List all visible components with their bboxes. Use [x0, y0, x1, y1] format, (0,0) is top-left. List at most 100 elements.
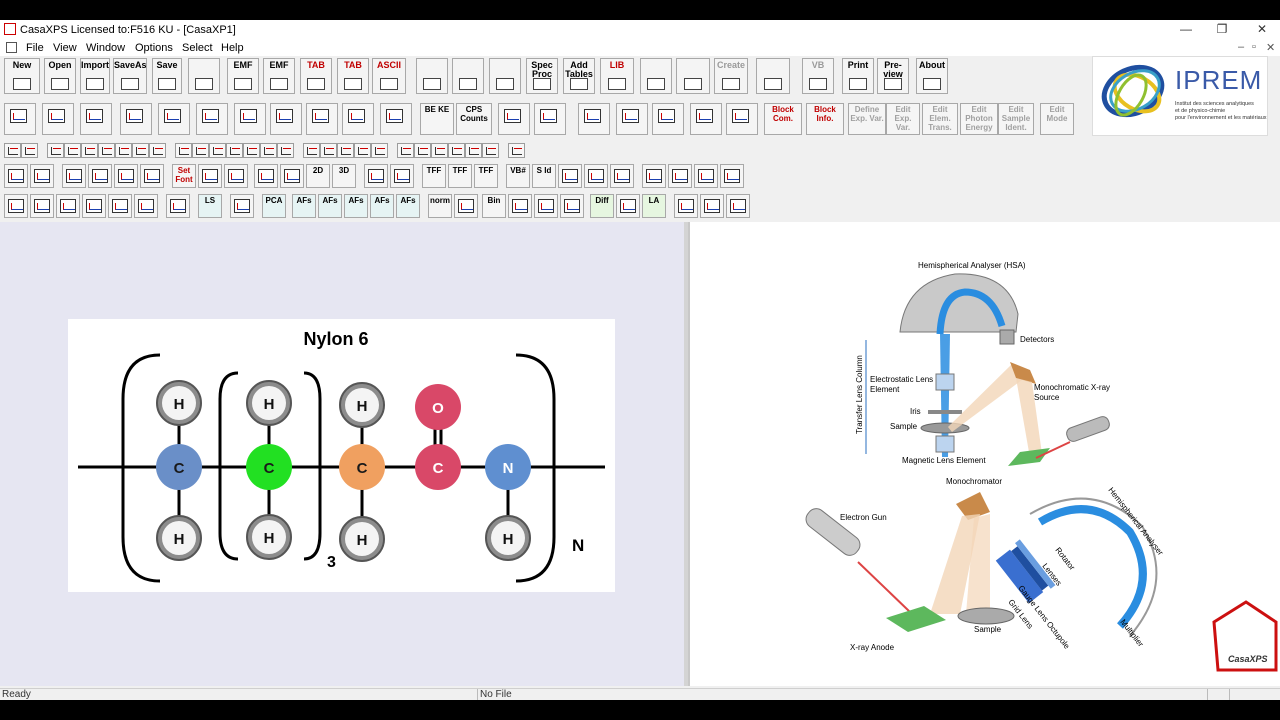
toolbar-button-pre-view[interactable]: Pre-view — [877, 58, 909, 94]
analysis-icon-button[interactable] — [230, 194, 254, 218]
display-icon-button[interactable] — [558, 164, 582, 188]
analysis-icon-button[interactable] — [508, 194, 532, 218]
processing-icon-button[interactable] — [158, 103, 190, 135]
small-tool-icon-button[interactable] — [243, 143, 260, 158]
be-ke-button[interactable]: BE KE — [420, 103, 454, 135]
analysis-icon-button[interactable] — [108, 194, 132, 218]
cps-counts-button[interactable]: CPS Counts — [456, 103, 492, 135]
small-tool-icon-button[interactable] — [414, 143, 431, 158]
display-icon-button[interactable] — [4, 164, 28, 188]
toolbar-button-icon-20[interactable] — [756, 58, 790, 94]
edit-photon-energy-button[interactable]: Edit Photon Energy — [960, 103, 998, 135]
menu-view[interactable]: View — [53, 42, 77, 54]
norm-button[interactable]: norm — [428, 194, 452, 218]
tff1-button[interactable]: TFF — [422, 164, 446, 188]
small-tool-icon-button[interactable] — [337, 143, 354, 158]
analysis-icon-button[interactable] — [674, 194, 698, 218]
processing-icon-button[interactable] — [380, 103, 412, 135]
small-tool-icon-button[interactable] — [260, 143, 277, 158]
processing-icon-button[interactable] — [578, 103, 610, 135]
analysis-icon-button[interactable] — [56, 194, 80, 218]
toolbar-button-icon-12[interactable] — [452, 58, 484, 94]
small-tool-icon-button[interactable] — [132, 143, 149, 158]
small-tool-icon-button[interactable] — [115, 143, 132, 158]
processing-icon-button[interactable] — [652, 103, 684, 135]
la-button[interactable]: LA — [642, 194, 666, 218]
set-font-button[interactable]: Set Font — [172, 164, 196, 188]
display-icon-button[interactable] — [390, 164, 414, 188]
display-icon-button[interactable] — [720, 164, 744, 188]
menu-window[interactable]: Window — [86, 42, 125, 54]
toolbar-button-lib[interactable]: LIB — [600, 58, 634, 94]
afs1-button[interactable]: AFs — [292, 194, 316, 218]
edit-elem-trans-button[interactable]: Edit Elem. Trans. — [922, 103, 958, 135]
processing-icon-button[interactable] — [270, 103, 302, 135]
processing-icon-button[interactable] — [120, 103, 152, 135]
menu-file[interactable]: File — [26, 42, 44, 54]
toolbar-button-icon-11[interactable] — [416, 58, 448, 94]
analysis-icon-button[interactable] — [700, 194, 724, 218]
toolbar-button-print[interactable]: Print — [842, 58, 874, 94]
analysis-icon-button[interactable] — [616, 194, 640, 218]
processing-icon-button[interactable] — [4, 103, 36, 135]
processing-icon-button[interactable] — [80, 103, 112, 135]
small-tool-icon-button[interactable] — [175, 143, 192, 158]
analysis-icon-button[interactable] — [82, 194, 106, 218]
display-icon-button[interactable] — [140, 164, 164, 188]
analysis-icon-button[interactable] — [534, 194, 558, 218]
toolbar-button-ascii[interactable]: ASCII — [372, 58, 406, 94]
toolbar-button-new[interactable]: New — [4, 58, 40, 94]
toolbar-button-create[interactable]: Create — [714, 58, 748, 94]
small-tool-icon-button[interactable] — [226, 143, 243, 158]
pca-button[interactable]: PCA — [262, 194, 286, 218]
edit-exp-var-button[interactable]: Edit Exp. Var. — [886, 103, 920, 135]
processing-icon-button[interactable] — [342, 103, 374, 135]
small-tool-icon-button[interactable] — [277, 143, 294, 158]
mdi-close-button[interactable]: ✕ — [1266, 41, 1275, 54]
processing-icon-button[interactable] — [306, 103, 338, 135]
processing-icon-button[interactable] — [534, 103, 566, 135]
small-tool-icon-button[interactable] — [482, 143, 499, 158]
small-tool-icon-button[interactable] — [448, 143, 465, 158]
display-icon-button[interactable] — [224, 164, 248, 188]
small-tool-icon-button[interactable] — [81, 143, 98, 158]
display-icon-button[interactable] — [114, 164, 138, 188]
two-d-button[interactable]: 2D — [306, 164, 330, 188]
toolbar-button-open[interactable]: Open — [44, 58, 76, 94]
display-icon-button[interactable] — [584, 164, 608, 188]
small-tool-icon-button[interactable] — [320, 143, 337, 158]
toolbar-button-spec-proc[interactable]: Spec Proc — [526, 58, 558, 94]
mdi-restore-button[interactable]: ▫ — [1252, 41, 1256, 53]
analysis-icon-button[interactable] — [166, 194, 190, 218]
afs2-button[interactable]: AFs — [318, 194, 342, 218]
toolbar-button-save[interactable]: Save — [152, 58, 182, 94]
toolbar-button-tab[interactable]: TAB — [337, 58, 369, 94]
display-icon-button[interactable] — [280, 164, 304, 188]
afs5-button[interactable]: AFs — [396, 194, 420, 218]
minimize-button[interactable]: — — [1176, 22, 1196, 38]
small-tool-icon-button[interactable] — [192, 143, 209, 158]
mdi-minimize-button[interactable]: – — [1238, 41, 1244, 53]
small-tool-icon-button[interactable] — [209, 143, 226, 158]
spectrum-display-pane[interactable]: Nylon 6 3 N H H H H H H H C C C C O N — [0, 222, 684, 686]
small-tool-icon-button[interactable] — [465, 143, 482, 158]
toolbar-button-tab[interactable]: TAB — [300, 58, 332, 94]
small-tool-icon-button[interactable] — [149, 143, 166, 158]
block-com-button[interactable]: Block Com. — [764, 103, 802, 135]
afs3-button[interactable]: AFs — [344, 194, 368, 218]
three-d-button[interactable]: 3D — [332, 164, 356, 188]
small-tool-icon-button[interactable] — [64, 143, 81, 158]
ls-button[interactable]: LS — [198, 194, 222, 218]
analysis-icon-button[interactable] — [30, 194, 54, 218]
processing-icon-button[interactable] — [498, 103, 530, 135]
s-id-button[interactable]: S Id — [532, 164, 556, 188]
processing-icon-button[interactable] — [42, 103, 74, 135]
display-icon-button[interactable] — [668, 164, 692, 188]
toolbar-button-add-tables[interactable]: Add Tables — [563, 58, 595, 94]
toolbar-button-icon-13[interactable] — [489, 58, 521, 94]
analysis-icon-button[interactable] — [726, 194, 750, 218]
diff-button[interactable]: Diff — [590, 194, 614, 218]
small-tool-icon-button[interactable] — [98, 143, 115, 158]
analysis-icon-button[interactable] — [454, 194, 478, 218]
small-tool-icon-button[interactable] — [371, 143, 388, 158]
